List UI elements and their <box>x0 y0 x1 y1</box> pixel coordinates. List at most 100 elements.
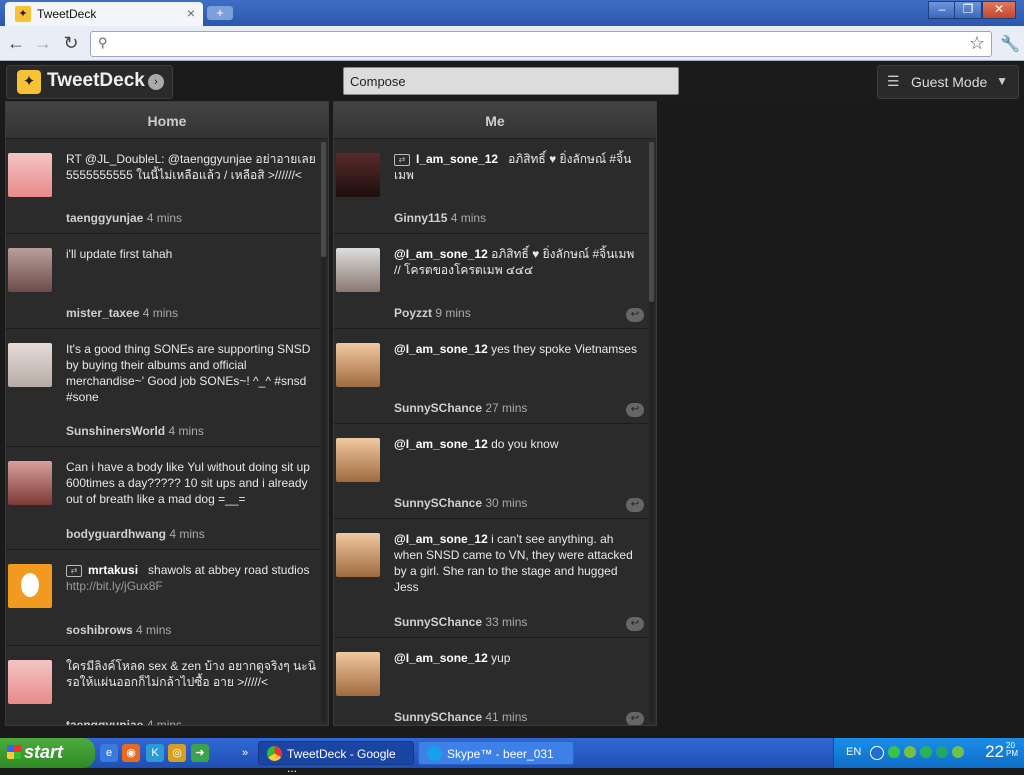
bookmark-star-icon[interactable]: ☆ <box>969 33 985 54</box>
browser-tab[interactable]: ✦ TweetDeck × <box>5 2 203 26</box>
app-quicklaunch-icon[interactable]: K <box>146 744 164 762</box>
clock-ampm: PM <box>1006 749 1018 758</box>
avatar[interactable] <box>336 438 380 482</box>
mention[interactable]: @I_am_sone_12 <box>394 532 488 546</box>
retweet-icon: ⇄ <box>394 153 410 166</box>
maximize-window-icon[interactable]: ❐ <box>954 1 982 19</box>
tweet-meta: taenggyunjae 4 mins <box>66 718 182 725</box>
forward-arrow-icon[interactable]: → <box>33 33 53 53</box>
tweet-user[interactable]: taenggyunjae <box>66 718 143 725</box>
avatar[interactable] <box>336 153 380 197</box>
tweet-item[interactable]: @I_am_sone_12 do you know SunnySChance 3… <box>334 424 648 519</box>
reply-icon[interactable]: ↩ <box>626 498 644 512</box>
me-scrollbar[interactable] <box>649 142 654 722</box>
tweet-item[interactable]: @I_am_sone_12 yes they spoke Vietnamses … <box>334 329 648 424</box>
tweet-item[interactable]: ⇄ I_am_sone_12 อภิสิทธิ์ ♥ ยิ่งลักษณ์ #จิ… <box>334 139 648 234</box>
tab-close-icon[interactable]: × <box>187 5 195 21</box>
tweet-item[interactable]: i'll update first tahah mister_taxee 4 m… <box>6 234 320 329</box>
home-scrollbar[interactable] <box>321 142 326 722</box>
retweet-user[interactable]: mrtakusi <box>88 563 138 577</box>
chevron-left-icon[interactable] <box>870 746 884 760</box>
firefox-icon[interactable]: ◉ <box>122 744 140 762</box>
clock-hour: 22 <box>985 742 1004 761</box>
tweet-user[interactable]: mister_taxee <box>66 306 139 320</box>
start-button[interactable]: start <box>0 738 95 768</box>
tweet-item[interactable]: @I_am_sone_12 yup SunnySChance 41 mins ↩ <box>334 638 648 725</box>
home-scroll-thumb[interactable] <box>321 142 326 257</box>
me-column-title[interactable]: Me <box>334 102 656 139</box>
tweet-user[interactable]: SunshinersWorld <box>66 424 165 438</box>
windows-taskbar: start e ◉ K ◎ ➜ » TweetDeck - Google ...… <box>0 738 1024 775</box>
new-tab-button[interactable]: + <box>207 6 233 20</box>
tweet-user[interactable]: SunnySChance <box>394 496 482 510</box>
avatar[interactable] <box>8 461 52 505</box>
tweet-item[interactable]: It's a good thing SONEs are supporting S… <box>6 329 320 447</box>
tweet-user[interactable]: taenggyunjae <box>66 211 143 225</box>
network-icon[interactable] <box>904 746 916 758</box>
reload-icon[interactable]: ↻ <box>61 33 81 53</box>
me-scroll-thumb[interactable] <box>649 142 654 302</box>
retweet-user[interactable]: I_am_sone_12 <box>416 152 498 166</box>
tweet-user[interactable]: SunnySChance <box>394 615 482 629</box>
tweet-user[interactable]: bodyguardhwang <box>66 527 166 541</box>
chevron-right-icon[interactable]: » <box>236 744 254 762</box>
windows-flag-icon <box>7 745 21 759</box>
compose-input[interactable]: Compose <box>343 67 679 95</box>
home-column-title[interactable]: Home <box>6 102 328 139</box>
avatar[interactable] <box>336 652 380 696</box>
tweet-user[interactable]: Poyzzt <box>394 306 432 320</box>
tweetdeck-logo-button[interactable]: ✦ TweetDeck › <box>6 65 173 99</box>
clock[interactable]: 22 20 PM <box>985 742 1018 762</box>
tweet-item[interactable]: @I_am_sone_12 อภิสิทธิ์ ♥ ยิ่งลักษณ์ #จิ… <box>334 234 648 329</box>
avatar[interactable] <box>336 248 380 292</box>
tweet-item[interactable]: ใครมีลิงค์โหลด sex & zen บ้าง อยากดูจริง… <box>6 646 320 725</box>
shield-icon[interactable] <box>888 746 900 758</box>
tweet-link[interactable]: http://bit.ly/jGux8F <box>66 579 163 593</box>
tweet-user[interactable]: SunnySChance <box>394 710 482 724</box>
address-bar[interactable]: ⚲ ☆ <box>90 31 992 57</box>
taskbar-item-skype[interactable]: Skype™ - beer_031 <box>418 741 574 765</box>
egg-icon <box>21 573 39 597</box>
reply-icon[interactable]: ↩ <box>626 403 644 417</box>
tweet-user[interactable]: soshibrows <box>66 623 133 637</box>
mention[interactable]: @I_am_sone_12 <box>394 437 488 451</box>
avatar[interactable] <box>336 343 380 387</box>
tray-app-icon[interactable] <box>936 746 948 758</box>
taskbar-item-tweetdeck[interactable]: TweetDeck - Google ... <box>258 741 414 775</box>
mention[interactable]: @I_am_sone_12 <box>394 651 488 665</box>
mention[interactable]: @I_am_sone_12 <box>394 342 488 356</box>
tweet-time: 30 mins <box>485 496 528 510</box>
tweet-item[interactable]: ⇄ mrtakusi shawols at abbey road studios … <box>6 550 320 646</box>
reply-icon[interactable]: ↩ <box>626 712 644 725</box>
avatar[interactable] <box>8 248 52 292</box>
mention[interactable]: @I_am_sone_12 <box>394 247 488 261</box>
tweet-item[interactable]: @I_am_sone_12 i can't see anything. ah w… <box>334 519 648 638</box>
guest-mode-menu[interactable]: ☰ Guest Mode ▼ <box>877 65 1019 99</box>
skype-icon <box>427 746 442 761</box>
reply-icon[interactable]: ↩ <box>626 617 644 631</box>
avatar[interactable] <box>8 153 52 197</box>
tray-app-icon[interactable] <box>952 746 964 758</box>
tweetdeck-favicon-icon: ✦ <box>15 6 31 22</box>
tweet-item[interactable]: Can i have a body like Yul without doing… <box>6 447 320 550</box>
tweet-user[interactable]: SunnySChance <box>394 401 482 415</box>
tweet-item[interactable]: RT @JL_DoubleL: @taenggyunjae อย่าอายเลย… <box>6 139 320 234</box>
volume-icon[interactable] <box>920 746 932 758</box>
media-quicklaunch-icon[interactable]: ◎ <box>168 744 186 762</box>
avatar[interactable] <box>8 343 52 387</box>
tweetdeck-bird-icon: ✦ <box>17 70 41 94</box>
avatar[interactable] <box>336 533 380 577</box>
language-indicator[interactable]: EN <box>846 746 861 758</box>
tweet-user[interactable]: Ginny115 <box>394 211 447 225</box>
avatar[interactable] <box>8 660 52 704</box>
tweet-meta: Poyzzt 9 mins <box>394 306 471 320</box>
tweet-text: Can i have a body like Yul without doing… <box>66 460 310 506</box>
minimize-window-icon[interactable]: – <box>928 1 956 19</box>
close-window-icon[interactable]: ✕ <box>982 1 1016 19</box>
desktop-quicklaunch-icon[interactable]: ➜ <box>191 744 209 762</box>
back-arrow-icon[interactable]: ← <box>6 33 26 53</box>
wrench-menu-icon[interactable]: 🔧 <box>1000 34 1020 54</box>
reply-icon[interactable]: ↩ <box>626 308 644 322</box>
default-egg-avatar[interactable] <box>8 564 52 608</box>
ie-icon[interactable]: e <box>100 744 118 762</box>
